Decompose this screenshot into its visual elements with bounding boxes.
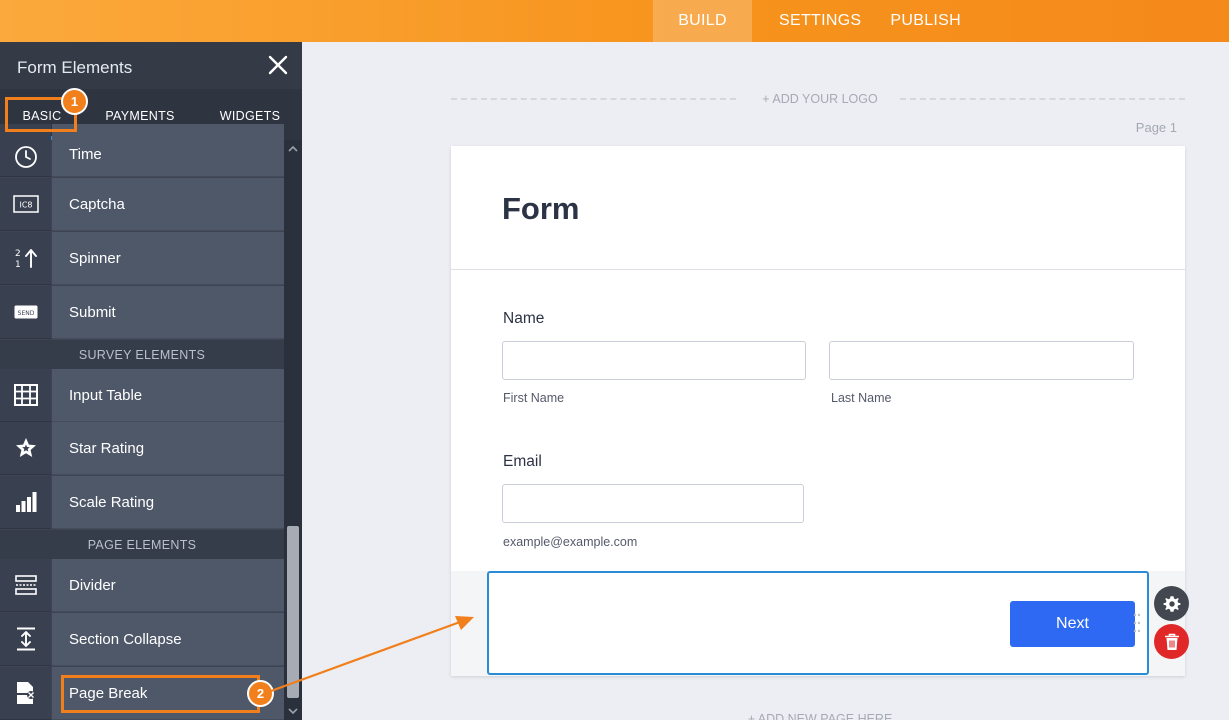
sidebar-item-star-rating[interactable]: Star Rating [0, 422, 284, 475]
email-input[interactable] [502, 484, 804, 523]
collapse-icon [16, 627, 35, 651]
scroll-up-icon[interactable] [284, 140, 302, 158]
sidebar-item-label: Scale Rating [52, 476, 284, 529]
sidebar-item-label: Submit [52, 286, 284, 339]
clock-icon [14, 146, 37, 168]
email-field-label: Email [503, 453, 542, 470]
logo-dashed-line-left [451, 98, 736, 100]
add-new-page-link[interactable]: + ADD NEW PAGE HERE [740, 712, 900, 720]
sidebar-item-scale-rating[interactable]: Scale Rating [0, 476, 284, 529]
sidebar-item-label: Spinner [52, 232, 284, 285]
sidebar-scrollbar[interactable] [284, 140, 302, 720]
tab-build[interactable]: BUILD [653, 0, 752, 42]
sidebar-item-label: Captcha [52, 178, 284, 231]
delete-button[interactable] [1154, 624, 1189, 659]
properties-button[interactable] [1154, 586, 1189, 621]
divider-icon [14, 575, 37, 595]
bar-chart-icon [15, 492, 36, 512]
svg-text:2: 2 [15, 249, 21, 259]
gear-icon [1163, 595, 1180, 612]
send-icon: SEND [14, 305, 37, 319]
header-divider [451, 269, 1185, 270]
scrollbar-thumb[interactable] [287, 526, 299, 698]
add-logo-link[interactable]: + ADD YOUR LOGO [740, 92, 900, 106]
spinner-icon: 2 1 [15, 249, 37, 269]
section-survey-elements: SURVEY ELEMENTS [0, 340, 284, 369]
first-name-input[interactable] [502, 341, 806, 380]
sidebar-item-section-collapse[interactable]: Section Collapse [0, 613, 284, 666]
email-sublabel: example@example.com [503, 535, 638, 549]
top-bar: BUILD SETTINGS PUBLISH [0, 0, 1229, 42]
element-list: Time IC8 Captcha 2 1 Spinner SEND Submit… [0, 124, 284, 720]
sidebar-item-spinner[interactable]: 2 1 Spinner [0, 232, 284, 285]
last-name-sublabel: Last Name [831, 391, 892, 405]
section-page-elements: PAGE ELEMENTS [0, 530, 284, 559]
step-badge-2: 2 [247, 680, 274, 707]
page-break-icon [16, 682, 35, 704]
captcha-icon: IC8 [12, 195, 39, 213]
tab-publish[interactable]: PUBLISH [890, 0, 961, 42]
sidebar-item-divider[interactable]: Divider [0, 559, 284, 612]
svg-text:IC8: IC8 [19, 201, 32, 210]
last-name-input[interactable] [829, 341, 1134, 380]
page-break-element[interactable]: Next [487, 571, 1149, 675]
step-badge-1: 1 [61, 88, 88, 115]
first-name-sublabel: First Name [503, 391, 565, 405]
logo-dashed-line-right [900, 98, 1185, 100]
name-field-label: Name [503, 310, 545, 327]
page-number-label: Page 1 [1135, 120, 1177, 135]
sidebar-item-label: Time [52, 124, 284, 177]
sidebar-item-input-table[interactable]: Input Table [0, 369, 284, 422]
highlight-page-break-item [61, 675, 260, 713]
sidebar-item-label: Divider [52, 559, 284, 612]
next-button[interactable]: Next [1010, 601, 1135, 647]
sidebar-item-label: Star Rating [52, 422, 284, 475]
table-icon [13, 384, 38, 406]
sidebar-item-label: Section Collapse [52, 613, 284, 666]
top-nav: BUILD SETTINGS PUBLISH [653, 0, 961, 42]
scroll-down-icon[interactable] [284, 702, 302, 720]
form-elements-sidebar: Form Elements BASIC PAYMENTS WIDGETS Tim… [0, 42, 302, 720]
sidebar-item-label: Input Table [52, 369, 284, 422]
drag-handle-icon[interactable] [1133, 612, 1141, 634]
sidebar-item-captcha[interactable]: IC8 Captcha [0, 178, 284, 231]
svg-text:SEND: SEND [17, 310, 34, 317]
form-title[interactable]: Form [502, 191, 580, 227]
sidebar-header: Form Elements [0, 42, 302, 89]
star-icon [15, 438, 36, 457]
close-icon[interactable] [266, 53, 290, 77]
sidebar-item-submit[interactable]: SEND Submit [0, 286, 284, 339]
sidebar-title: Form Elements [17, 58, 133, 77]
tab-settings[interactable]: SETTINGS [779, 0, 861, 42]
trash-icon [1164, 633, 1179, 650]
svg-text:1: 1 [15, 260, 21, 269]
